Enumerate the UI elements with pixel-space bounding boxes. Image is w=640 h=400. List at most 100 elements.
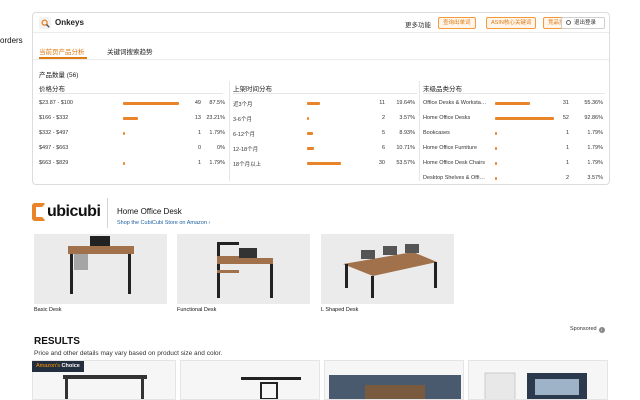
- row-label: Home Office Desks: [423, 115, 471, 121]
- result-image: [241, 377, 301, 399]
- column-separator: [419, 81, 420, 181]
- row-percent: 1.79%: [587, 145, 603, 151]
- distribution-row: 6-12个月 5 8.93%: [233, 129, 417, 139]
- row-percent: 87.5%: [209, 100, 225, 106]
- brand-divider: [107, 198, 108, 228]
- row-count: 6: [381, 145, 385, 151]
- row-percent: 19.64%: [396, 100, 415, 106]
- row-label: $332 - $497: [39, 130, 69, 136]
- row-label: $663 - $829: [39, 160, 69, 166]
- asin-keywords-button[interactable]: ASIN核心关键词: [486, 17, 537, 29]
- row-percent: 1.79%: [209, 130, 225, 136]
- result-card[interactable]: [180, 360, 320, 400]
- row-bar: [123, 132, 125, 135]
- tab-keyword-trend[interactable]: 关键词搜索趋势: [107, 46, 153, 56]
- row-bar: [123, 102, 179, 105]
- row-label: Office Desks & Worksta…: [423, 100, 487, 106]
- price-title-rule: [39, 93, 223, 94]
- result-card[interactable]: [468, 360, 608, 400]
- row-count: 2: [565, 175, 569, 181]
- row-percent: 8.93%: [399, 130, 415, 136]
- distribution-row: $332 - $497 1 1.79%: [39, 129, 225, 139]
- result-image: [329, 375, 461, 399]
- info-icon: i: [598, 327, 605, 333]
- row-count: 31: [562, 100, 569, 106]
- store-link[interactable]: Shop the CubiCubi Store on Amazon ›: [117, 220, 210, 226]
- row-label: Home Office Desk Chairs: [423, 160, 485, 166]
- amazons-choice-suffix: Choice: [61, 363, 80, 369]
- sponsored-brand-title[interactable]: Home Office Desk: [117, 207, 182, 216]
- distribution-row: 近3个月 11 19.64%: [233, 99, 417, 109]
- row-percent: 92.86%: [584, 115, 603, 121]
- row-bar: [307, 132, 313, 135]
- row-label: Desktop Shelves & Offi…: [423, 175, 485, 181]
- onkeys-logo-icon: [39, 17, 51, 29]
- distribution-row: $497 - $663 0 0%: [39, 144, 225, 154]
- l-shaped-desk-image: [343, 244, 437, 298]
- row-percent: 3.57%: [399, 115, 415, 121]
- distribution-row: $166 - $332 13 23.21%: [39, 114, 225, 124]
- row-percent: 1.79%: [587, 160, 603, 166]
- category-distribution-title: 末级品类分布: [423, 86, 462, 93]
- row-label: $166 - $332: [39, 115, 69, 121]
- row-bar: [495, 162, 497, 165]
- results-subtitle: Price and other details may vary based o…: [34, 350, 223, 357]
- functional-desk-image: [217, 242, 273, 298]
- row-percent: 1.79%: [587, 130, 603, 136]
- query-keywords-button[interactable]: 查询出单词: [438, 17, 476, 29]
- product-card-functional-desk[interactable]: [177, 234, 310, 304]
- distribution-row: 18个月以上 30 53.57%: [233, 159, 417, 169]
- row-percent: 55.36%: [584, 100, 603, 106]
- panel-brand-name: Onkeys: [55, 18, 84, 27]
- category-title-rule: [423, 93, 605, 94]
- product-card-basic-desk[interactable]: [34, 234, 167, 304]
- amazons-choice-badge: Amazon's Choice: [32, 361, 84, 372]
- onkeys-panel: Onkeys 更多功能 查询出单词 ASIN核心关键词 竞品搜同款 退出登录 当…: [32, 12, 610, 185]
- more-features-label[interactable]: 更多功能: [405, 19, 431, 29]
- row-bar: [123, 162, 125, 165]
- distribution-row: Home Office Furniture 1 1.79%: [423, 144, 605, 154]
- panel-header: Onkeys 更多功能 查询出单词 ASIN核心关键词 竞品搜同款 退出登录: [33, 13, 609, 33]
- logout-label: 退出登录: [574, 20, 597, 26]
- distribution-row: Home Office Desks 52 92.86%: [423, 114, 605, 124]
- row-percent: 23.21%: [206, 115, 225, 121]
- orders-link[interactable]: orders: [0, 36, 23, 45]
- row-label: $23.87 - $100: [39, 100, 73, 106]
- row-bar: [307, 147, 314, 150]
- row-count: 1: [565, 145, 569, 151]
- distribution-row: 12-18个月 6 10.71%: [233, 144, 417, 154]
- result-image: [484, 372, 587, 399]
- row-label: 18个月以上: [233, 162, 262, 168]
- cubicubi-logo[interactable]: ubicubi: [32, 203, 101, 221]
- row-bar: [495, 132, 497, 135]
- sponsored-label[interactable]: Sponsored i: [570, 326, 605, 333]
- result-card[interactable]: [324, 360, 464, 400]
- tab-current-page-analysis[interactable]: 当前页产品分析: [39, 46, 85, 56]
- row-count: 5: [381, 130, 385, 136]
- sponsored-text: Sponsored: [570, 326, 597, 332]
- row-bar: [307, 162, 342, 165]
- listing-time-title-rule: [233, 93, 417, 94]
- distribution-row: $23.87 - $100 49 87.5%: [39, 99, 225, 109]
- row-count: 1: [565, 160, 569, 166]
- product-label-functional-desk[interactable]: Functional Desk: [177, 307, 216, 313]
- product-card-l-shaped-desk[interactable]: [321, 234, 454, 304]
- distribution-row: $663 - $829 1 1.79%: [39, 159, 225, 169]
- distribution-row: 3-6个月 2 3.57%: [233, 114, 417, 124]
- row-bar: [495, 117, 555, 120]
- row-bar: [495, 147, 497, 150]
- row-count: 30: [378, 160, 385, 166]
- row-bar: [307, 102, 320, 105]
- basic-desk-image: [68, 236, 134, 294]
- row-percent: 3.57%: [587, 175, 603, 181]
- row-percent: 10.71%: [396, 145, 415, 151]
- product-label-basic-desk[interactable]: Basic Desk: [34, 307, 62, 313]
- row-bar: [495, 102, 531, 105]
- logout-button[interactable]: 退出登录: [561, 17, 605, 29]
- row-bar: [123, 117, 138, 120]
- column-separator: [229, 81, 230, 181]
- price-distribution-title: 价格分布: [39, 86, 65, 93]
- listing-time-title: 上架时间分布: [233, 86, 272, 93]
- product-label-l-shaped-desk[interactable]: L Shaped Desk: [321, 307, 358, 313]
- row-bar: [495, 177, 498, 180]
